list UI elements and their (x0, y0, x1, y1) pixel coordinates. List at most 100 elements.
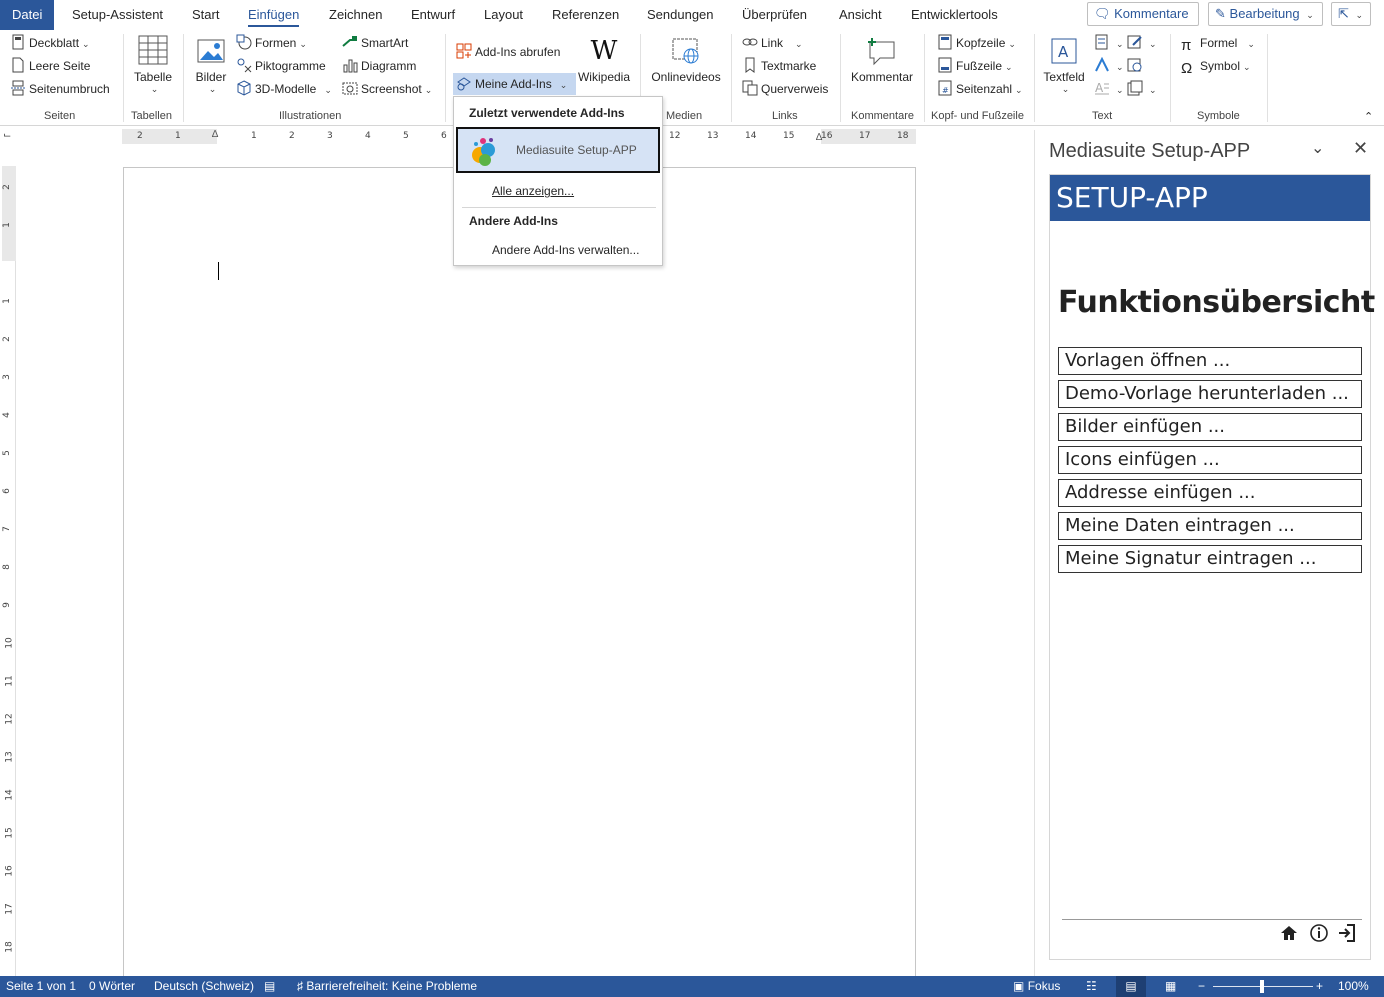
wikipedia-button[interactable]: W Wikipedia (577, 36, 631, 84)
read-mode-button[interactable]: ☷ (1086, 976, 1097, 997)
pane-close-button[interactable]: ✕ (1353, 138, 1368, 159)
chevron-down-icon: ⌄ (424, 85, 433, 95)
collapse-ribbon-button[interactable]: ⌃ (1364, 106, 1373, 128)
editing-mode-button[interactable]: ✎ Bearbeitung ⌄ (1208, 2, 1323, 26)
new-comment-button[interactable]: Kommentar (848, 36, 916, 84)
header-button[interactable]: Kopfzeile ⌄ (937, 32, 1016, 54)
date-time-button[interactable] (1127, 55, 1146, 77)
zoom-level[interactable]: 100% (1338, 976, 1369, 997)
tab-review[interactable]: Überprüfen (742, 0, 807, 30)
ruler-tick-label: 13 (707, 131, 719, 141)
page-number-button[interactable]: # Seitenzahl ⌄ (937, 78, 1023, 100)
share-button[interactable]: ⇱ ⌄ (1331, 2, 1371, 26)
show-all-addins[interactable]: Alle anzeigen... (492, 184, 574, 198)
footer-button[interactable]: Fußzeile ⌄ (937, 55, 1013, 77)
web-layout-button[interactable]: ▦ (1165, 976, 1176, 997)
screenshot-button[interactable]: Screenshot ⌄ (342, 78, 432, 100)
object-button[interactable]: ⌄ (1127, 78, 1157, 100)
tab-layout[interactable]: Layout (484, 0, 523, 30)
ruler-tick-label: 1 (1, 298, 12, 304)
drop-cap-button[interactable]: A ⌄ (1094, 78, 1124, 100)
info-button[interactable] (1309, 923, 1329, 943)
insert-address-button[interactable]: Addresse einfügen ... (1058, 479, 1362, 507)
download-demo-template-button[interactable]: Demo-Vorlage herunterladen ... (1058, 380, 1362, 408)
focus-mode-button[interactable]: ▣ Fokus (1013, 976, 1060, 997)
open-templates-button[interactable]: Vorlagen öffnen ... (1058, 347, 1362, 375)
bar-chart-icon (342, 57, 358, 73)
cube-icon (236, 80, 252, 96)
zoom-out-button[interactable]: − (1198, 976, 1205, 997)
enter-signature-button[interactable]: Meine Signatur eintragen ... (1058, 545, 1362, 573)
equation-button[interactable]: π Formel ⌄ (1181, 32, 1255, 54)
signature-line-button[interactable]: ⌄ (1127, 32, 1157, 54)
textbox-button[interactable]: A Textfeld ⌄ (1041, 36, 1087, 95)
quick-parts-button[interactable]: ⌄ (1094, 32, 1124, 54)
function-overview-heading: Funktionsübersicht (1058, 285, 1375, 320)
page-count[interactable]: Seite 1 von 1 (6, 976, 76, 997)
logout-button[interactable] (1337, 923, 1357, 943)
pane-options-button[interactable]: ⌄ (1311, 138, 1324, 158)
ruler-tick-label: 11 (4, 675, 15, 687)
bookmark-button[interactable]: Textmarke (742, 55, 816, 77)
insert-images-button[interactable]: Bilder einfügen ... (1058, 413, 1362, 441)
ribbon-divider (731, 34, 732, 122)
symbol-button[interactable]: Ω Symbol ⌄ (1181, 55, 1251, 77)
ribbon-divider (123, 34, 124, 122)
focus-icon: ▣ (1013, 979, 1025, 993)
enter-my-data-button[interactable]: Meine Daten eintragen ... (1058, 512, 1362, 540)
proofing-button[interactable]: ▤ (264, 976, 275, 997)
chevron-down-icon: ⌄ (1247, 39, 1255, 49)
cross-reference-button[interactable]: Querverweis (742, 78, 828, 100)
online-videos-button[interactable]: Onlinevideos (648, 36, 724, 84)
3d-models-button[interactable]: 3D-Modelle ⌄ (236, 78, 332, 100)
cover-page-button[interactable]: Deckblatt ⌄ (10, 32, 90, 54)
comments-button[interactable]: 🗨 Kommentare (1087, 2, 1199, 26)
ruler-tick-label: 2 (1, 336, 12, 342)
tab-references[interactable]: Referenzen (552, 0, 619, 30)
status-bar: Seite 1 von 1 0 Wörter Deutsch (Schweiz)… (0, 976, 1384, 997)
indent-marker[interactable]: ∆ (212, 129, 218, 140)
manage-addins-item[interactable]: Andere Add-Ins verwalten... (492, 243, 639, 257)
chevron-down-icon: ⌄ (1008, 39, 1016, 49)
document-page[interactable] (123, 167, 916, 987)
wordart-button[interactable]: ⌄ (1094, 55, 1124, 77)
print-layout-button[interactable]: ▤ (1116, 976, 1146, 997)
blank-page-button[interactable]: Leere Seite (10, 55, 90, 77)
tab-view[interactable]: Ansicht (839, 0, 882, 30)
pictures-button[interactable]: Bilder ⌄ (192, 36, 230, 95)
menu-divider (462, 207, 656, 208)
zoom-in-button[interactable]: + (1316, 976, 1323, 997)
group-label-comments: Kommentare (851, 110, 914, 122)
tab-draw[interactable]: Zeichnen (329, 0, 382, 30)
tab-developer[interactable]: Entwicklertools (911, 0, 998, 30)
right-indent-marker[interactable]: ∆ (816, 132, 822, 143)
insert-icons-button[interactable]: Icons einfügen ... (1058, 446, 1362, 474)
ribbon-divider (924, 34, 925, 122)
word-count[interactable]: 0 Wörter (89, 976, 135, 997)
shapes-button[interactable]: Formen ⌄ (236, 32, 307, 54)
smartart-button[interactable]: SmartArt (342, 32, 408, 54)
tab-file[interactable]: Datei (0, 0, 55, 30)
my-addins-button[interactable]: Meine Add-Ins ⌄ (453, 73, 576, 95)
table-icon (137, 34, 169, 66)
tab-mailings[interactable]: Sendungen (647, 0, 714, 30)
get-addins-button[interactable]: Add-Ins abrufen (456, 41, 560, 63)
page-break-button[interactable]: Seitenumbruch (10, 78, 110, 100)
zoom-slider-thumb[interactable] (1260, 980, 1264, 993)
link-button[interactable]: Link ⌄ (742, 32, 803, 54)
home-button[interactable] (1279, 923, 1299, 943)
accessibility-status[interactable]: ♯ Barrierefreiheit: Keine Probleme (297, 976, 477, 997)
tab-setup-assistant[interactable]: Setup-Assistent (72, 0, 163, 30)
tab-selector[interactable]: ⌙ (3, 131, 14, 142)
tab-home[interactable]: Start (192, 0, 219, 30)
tab-insert[interactable]: Einfügen (248, 0, 300, 30)
language-indicator[interactable]: Deutsch (Schweiz) (154, 976, 254, 997)
ruler-tick-label: 1 (1, 222, 12, 228)
chart-button[interactable]: Diagramm (342, 55, 416, 77)
addin-icon (456, 75, 472, 91)
table-button[interactable]: Tabelle ⌄ (131, 34, 175, 95)
smartart-icon (342, 34, 358, 50)
tab-design[interactable]: Entwurf (411, 0, 455, 30)
icons-button[interactable]: Piktogramme (236, 55, 326, 77)
recent-addin-item[interactable]: Mediasuite Setup-APP (456, 127, 660, 173)
